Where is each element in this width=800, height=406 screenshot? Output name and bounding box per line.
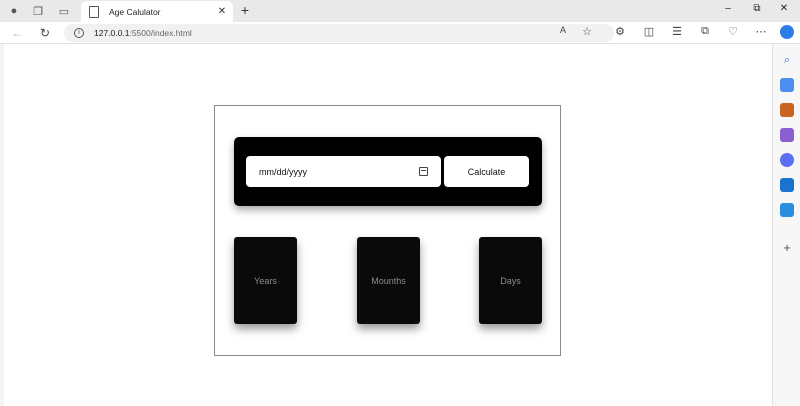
calculate-button[interactable]: Calculate <box>444 156 529 187</box>
calendar-icon[interactable] <box>419 167 428 176</box>
url-host: 127.0.0.1 <box>94 28 130 38</box>
add-icon[interactable]: + <box>780 241 794 255</box>
date-input[interactable]: mm/dd/yyyy <box>246 156 441 187</box>
restore-button[interactable]: ⧉ <box>749 3 765 14</box>
years-card: Years <box>234 237 297 324</box>
extensions-icon[interactable]: ⚙ <box>612 25 628 38</box>
browser-toolbar: ← ↻ i 127.0.0.1:5500/index.html A ☆ ⚙ ◫ … <box>0 22 800 44</box>
months-card: Mounths <box>357 237 420 324</box>
search-icon[interactable]: ⌕ <box>780 53 794 67</box>
shopping-tag-icon[interactable] <box>780 78 794 92</box>
copilot-icon[interactable] <box>780 25 794 39</box>
new-tab-button[interactable]: + <box>237 2 253 18</box>
tab-age-calculator[interactable]: Age Calulator ✕ <box>81 1 233 22</box>
close-window-button[interactable]: ✕ <box>776 3 792 14</box>
browser-essentials-icon[interactable]: ♡ <box>725 25 741 38</box>
games-icon[interactable] <box>780 128 794 142</box>
outlook-icon[interactable] <box>780 178 794 192</box>
more-menu-icon[interactable]: ⋯ <box>753 25 769 38</box>
input-card: mm/dd/yyyy Calculate <box>234 137 542 206</box>
address-bar[interactable]: i 127.0.0.1:5500/index.html <box>64 24 614 42</box>
date-placeholder: mm/dd/yyyy <box>259 166 308 177</box>
office-icon[interactable] <box>780 153 794 167</box>
tab-title: Age Calulator <box>109 6 161 17</box>
split-screen-icon[interactable]: ◫ <box>641 25 657 38</box>
tab-close-icon[interactable]: ✕ <box>215 6 229 17</box>
favorite-star-icon[interactable]: ☆ <box>579 25 595 38</box>
days-card: Days <box>479 237 542 324</box>
read-aloud-icon[interactable]: A <box>555 25 571 35</box>
send-icon[interactable] <box>780 203 794 217</box>
workspaces-icon[interactable]: ❐ <box>30 3 46 19</box>
toolbox-icon[interactable] <box>780 103 794 117</box>
favorites-icon[interactable]: ☰ <box>669 25 685 38</box>
minimize-button[interactable]: – <box>720 3 736 14</box>
age-calculator-container: mm/dd/yyyy Calculate Years Mounths Days <box>214 105 561 356</box>
tab-strip: ● ❐ ▭ Age Calulator ✕ + – ⧉ ✕ <box>0 0 800 22</box>
url-path: :5500/index.html <box>129 28 192 38</box>
back-icon[interactable]: ← <box>9 25 25 41</box>
page-icon <box>89 5 99 18</box>
site-info-icon[interactable]: i <box>74 28 84 38</box>
profile-icon[interactable]: ● <box>6 3 22 19</box>
collections-icon[interactable]: ⧉ <box>697 25 713 38</box>
page-viewport: mm/dd/yyyy Calculate Years Mounths Days <box>4 44 772 406</box>
edge-sidebar: ⌕ + <box>772 25 800 406</box>
vertical-tabs-icon[interactable]: ▭ <box>56 3 72 19</box>
refresh-icon[interactable]: ↻ <box>37 25 53 41</box>
